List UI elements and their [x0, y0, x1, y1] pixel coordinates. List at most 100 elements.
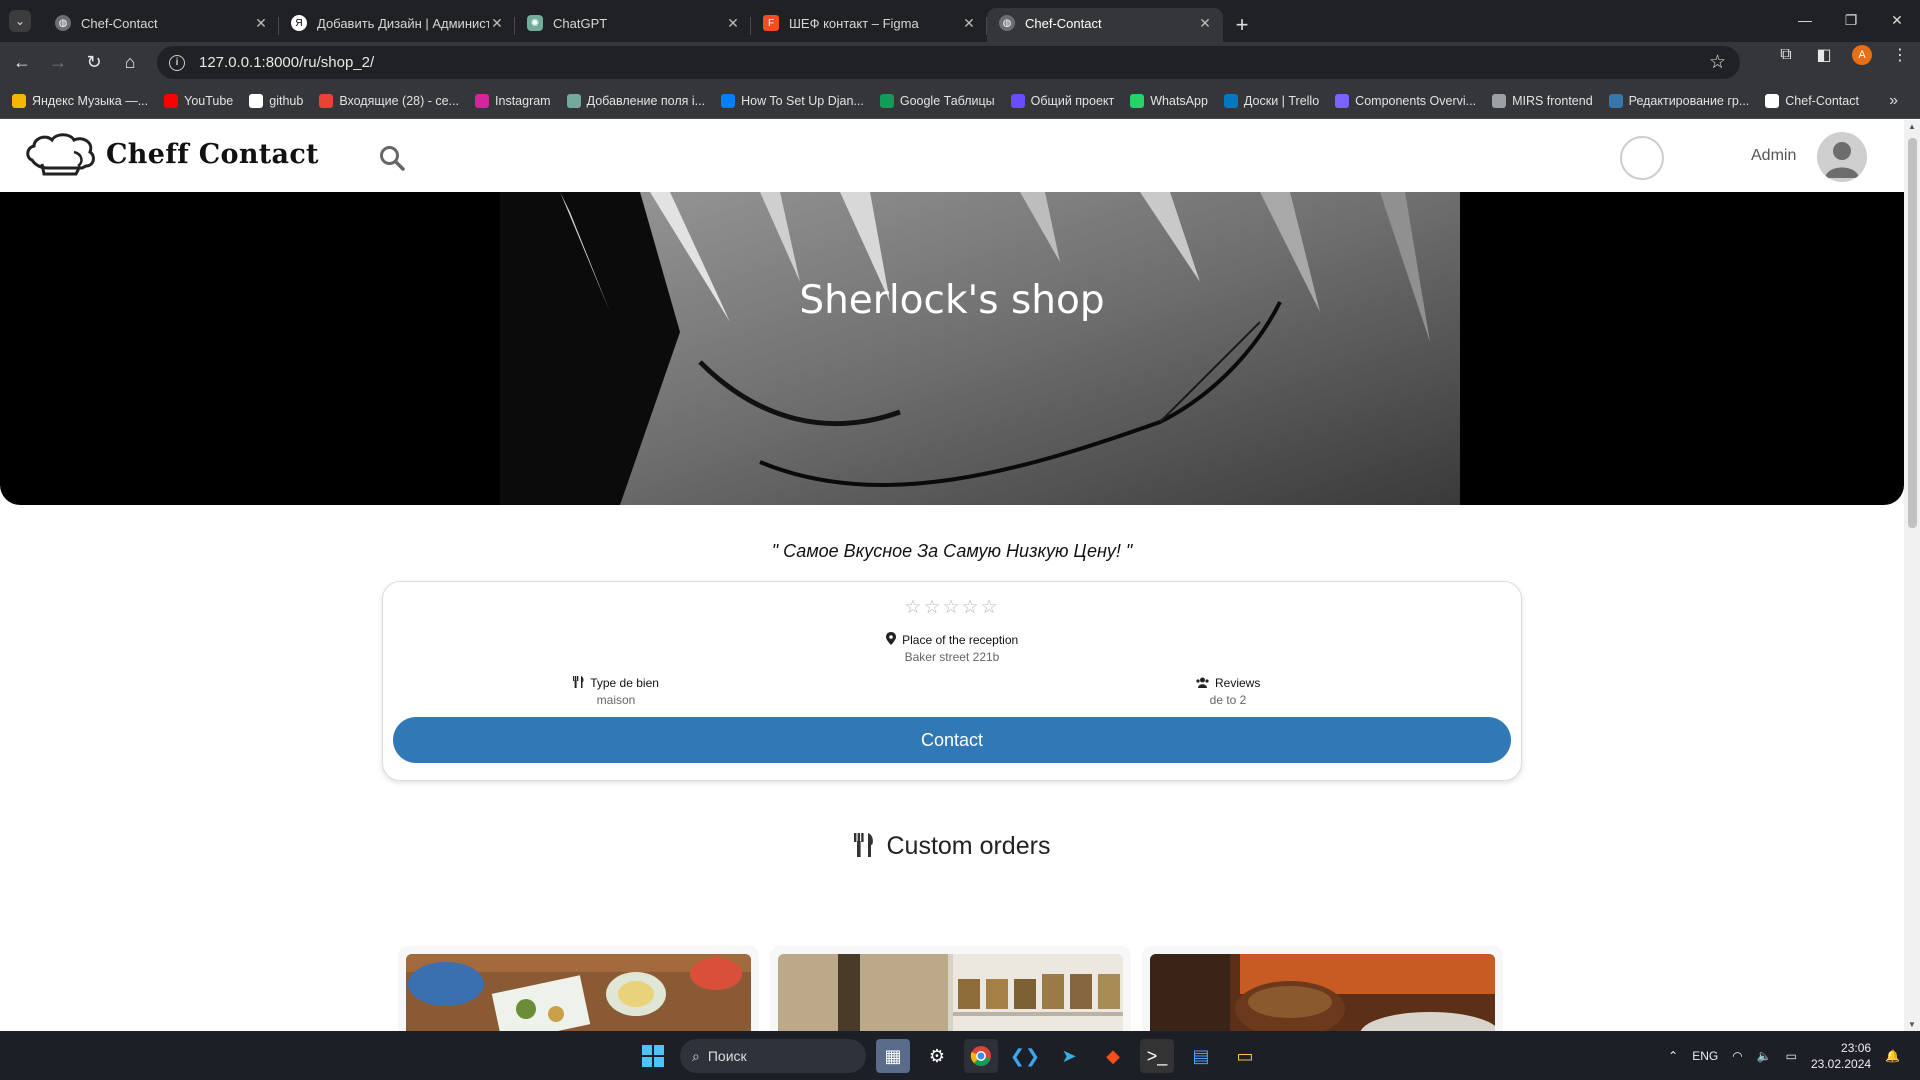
- notification-bell-icon[interactable]: 🔔: [1885, 1049, 1900, 1063]
- clock-time: 23:06: [1841, 1040, 1872, 1055]
- close-icon[interactable]: ✕: [489, 15, 505, 32]
- bookmark-item[interactable]: Instagram: [475, 93, 551, 108]
- search-icon: ⌕: [692, 1047, 700, 1064]
- rating-stars[interactable]: ☆☆☆☆☆: [383, 596, 1521, 619]
- new-tab-button[interactable]: +: [1225, 8, 1259, 42]
- browser-tab-active[interactable]: ◍ Chef-Contact ✕: [987, 8, 1223, 42]
- close-icon[interactable]: ✕: [253, 15, 269, 32]
- notification-button[interactable]: [1620, 136, 1664, 180]
- language-indicator[interactable]: ENG: [1692, 1049, 1718, 1063]
- bookmark-item[interactable]: WhatsApp: [1130, 93, 1208, 108]
- profile-avatar[interactable]: A: [1852, 45, 1872, 65]
- bookmark-item[interactable]: Общий проект: [1010, 93, 1115, 108]
- bookmark-item[interactable]: YouTube: [164, 93, 233, 108]
- bookmark-star-icon[interactable]: ☆: [1709, 51, 1726, 74]
- bookmark-label: Доски | Trello: [1243, 93, 1320, 108]
- globe-icon: [1492, 93, 1507, 108]
- scrollbar-thumb[interactable]: [1908, 138, 1917, 528]
- site-logo[interactable]: Cheff Contact: [24, 130, 319, 178]
- scroll-up-icon[interactable]: ▲: [1904, 122, 1920, 131]
- battery-icon[interactable]: ▭: [1786, 1049, 1797, 1063]
- figma-icon: F: [763, 15, 779, 31]
- reviews-label: Reviews: [1214, 676, 1261, 690]
- side-panel-icon[interactable]: ◧: [1814, 45, 1834, 65]
- order-card[interactable]: [398, 946, 759, 1031]
- bookmark-item[interactable]: Доски | Trello: [1223, 93, 1320, 108]
- close-icon[interactable]: ✕: [961, 15, 977, 32]
- home-icon[interactable]: ⌂: [112, 45, 148, 81]
- chrome-icon[interactable]: [964, 1039, 998, 1073]
- avatar[interactable]: [1817, 132, 1867, 182]
- digitalocean-icon: [721, 93, 736, 108]
- bookmark-label: Редактирование гр...: [1628, 93, 1750, 108]
- address-bar[interactable]: i 127.0.0.1:8000/ru/shop_2/ ☆: [157, 46, 1740, 79]
- page-viewport: Cheff Contact Admin Sherlock's shop " Са…: [0, 120, 1904, 1031]
- telegram-icon[interactable]: ➤: [1052, 1039, 1086, 1073]
- contact-button[interactable]: Contact: [393, 717, 1511, 763]
- more-menu-icon[interactable]: ⋮: [1890, 45, 1910, 65]
- bookmark-item[interactable]: Входящие (28) - се...: [319, 93, 459, 108]
- bookmark-label: Chef-Contact: [1785, 93, 1859, 108]
- back-icon[interactable]: ←: [4, 45, 40, 81]
- project-icon: [1010, 93, 1025, 108]
- bookmark-item[interactable]: Google Таблицы: [879, 93, 995, 108]
- bookmark-item[interactable]: Редактирование гр...: [1608, 93, 1750, 108]
- type-value: maison: [596, 693, 636, 707]
- clock[interactable]: 23:06 23.02.2024: [1811, 1040, 1871, 1072]
- store-icon[interactable]: ▦: [876, 1039, 910, 1073]
- clock-date: 23.02.2024: [1810, 1056, 1872, 1071]
- order-card[interactable]: [770, 946, 1131, 1031]
- page-scrollbar[interactable]: ▲ ▼: [1904, 120, 1920, 1031]
- volume-icon[interactable]: 🔈: [1757, 1049, 1772, 1063]
- extensions-icon[interactable]: ⧉: [1776, 46, 1796, 64]
- order-card[interactable]: [1142, 946, 1503, 1031]
- browser-tab[interactable]: ✺ ChatGPT ✕: [515, 8, 751, 42]
- youtube-icon: [164, 93, 179, 108]
- windows-start-icon[interactable]: [636, 1039, 670, 1073]
- bookmark-item[interactable]: MIRS frontend: [1492, 93, 1593, 108]
- orders-list: [398, 946, 1508, 1031]
- bookmark-item[interactable]: Яндекс Музыка —...: [12, 93, 148, 108]
- tab-search-button[interactable]: ⌄: [9, 10, 31, 32]
- gmail-icon: [319, 93, 334, 108]
- terminal-icon[interactable]: >_: [1140, 1039, 1174, 1073]
- reload-icon[interactable]: ↻: [76, 45, 112, 81]
- bookmark-label: Instagram: [495, 93, 551, 108]
- scroll-down-icon[interactable]: ▼: [1904, 1020, 1920, 1029]
- bookmark-item[interactable]: Chef-Contact: [1765, 93, 1859, 108]
- system-tray: ⌃ ENG ◠ 🔈 ▭ 23:06 23.02.2024 🔔: [1668, 1031, 1900, 1080]
- trello-icon: [1223, 93, 1238, 108]
- toolbar-actions: ⧉ ◧ A ⋮: [1776, 45, 1910, 65]
- user-name[interactable]: Admin: [1751, 147, 1796, 165]
- browser-tab[interactable]: F ШЕФ контакт – Figma ✕: [751, 8, 987, 42]
- close-icon[interactable]: ✕: [1197, 15, 1213, 32]
- vscode-icon[interactable]: ❮❯: [1008, 1039, 1042, 1073]
- close-window-icon[interactable]: ✕: [1874, 0, 1920, 40]
- bookmark-item[interactable]: How To Set Up Djan...: [721, 93, 864, 108]
- whatsapp-icon: [1130, 93, 1145, 108]
- bookmark-item[interactable]: github: [249, 93, 303, 108]
- bookmark-label: Components Overvi...: [1355, 93, 1477, 108]
- search-icon[interactable]: [378, 144, 406, 172]
- taskbar-search[interactable]: ⌕ Поиск: [680, 1039, 866, 1073]
- notepad-icon[interactable]: ▤: [1184, 1039, 1218, 1073]
- chevron-up-icon[interactable]: ⌃: [1668, 1049, 1678, 1063]
- github-icon: [249, 93, 264, 108]
- more-bookmarks-icon[interactable]: »: [1889, 92, 1898, 110]
- figma-icon[interactable]: ◆: [1096, 1039, 1130, 1073]
- bookmark-item[interactable]: Components Overvi...: [1335, 93, 1477, 108]
- file-explorer-icon[interactable]: ▭: [1228, 1039, 1262, 1073]
- steam-icon[interactable]: ⚙: [920, 1039, 954, 1073]
- bookmark-item[interactable]: Добавление поля i...: [566, 93, 705, 108]
- restore-icon[interactable]: ❐: [1828, 0, 1874, 40]
- browser-tab[interactable]: Я Добавить Дизайн | Администр ✕: [279, 8, 515, 42]
- site-info-icon[interactable]: i: [169, 54, 185, 71]
- globe-icon: ◍: [999, 15, 1015, 31]
- forward-icon[interactable]: →: [40, 45, 76, 81]
- close-icon[interactable]: ✕: [725, 15, 741, 32]
- minimize-icon[interactable]: —: [1782, 0, 1828, 40]
- instagram-icon: [475, 93, 490, 108]
- wifi-icon[interactable]: ◠: [1732, 1049, 1742, 1063]
- bookmark-label: Общий проект: [1030, 93, 1115, 108]
- browser-tab[interactable]: ◍ Chef-Contact ✕: [43, 8, 279, 42]
